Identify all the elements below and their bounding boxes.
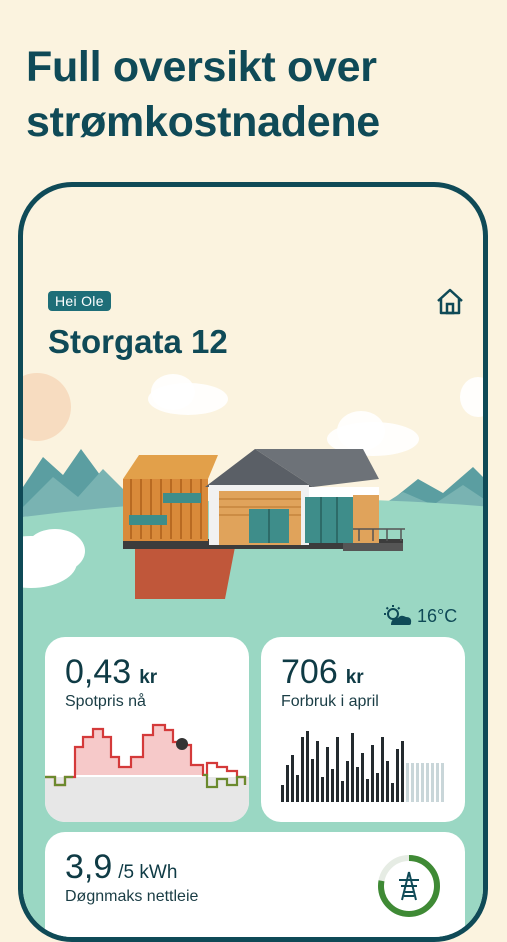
address-title: Storgata 12 [48, 323, 228, 360]
temperature: 16°C [417, 605, 458, 626]
consumption-bars [281, 731, 444, 802]
capacity-label: Døgnmaks nettleie [65, 888, 199, 905]
capacity-gauge [378, 855, 440, 917]
phone-frame: Hei Ole Storgata 12 16°C 0,43 kr Spotpris… [18, 182, 488, 942]
power-pylon-icon [399, 871, 419, 901]
weather-widget: 16°C [383, 605, 457, 627]
capacity-card[interactable]: 3,9/5 kWh Døgnmaks nettleie [45, 832, 465, 937]
home-icon[interactable] [435, 287, 465, 317]
headline: Full oversikt over strømkostnadene [26, 43, 380, 146]
capacity-unit: /5 kWh [118, 862, 178, 883]
capacity-number: 3,9 [65, 848, 113, 886]
consumption-card[interactable]: 706 kr Forbruk i april [261, 637, 465, 822]
spot-price-chart [45, 723, 249, 822]
spot-price-card[interactable]: 0,43 kr Spotpris nå [45, 637, 249, 822]
capacity-value: 3,9/5 kWh [65, 848, 177, 887]
partly-cloudy-icon [384, 605, 412, 625]
greeting-badge: Hei Ole [48, 291, 111, 311]
